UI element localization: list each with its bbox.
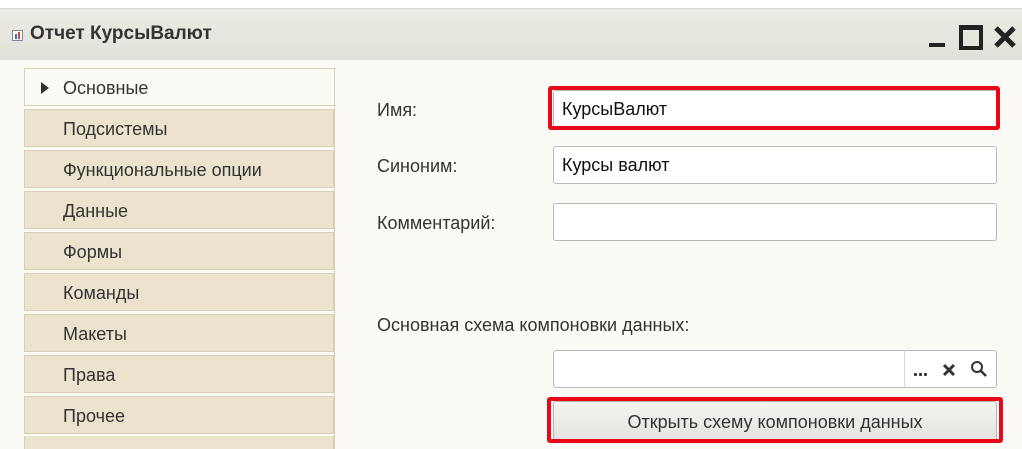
search-button[interactable] [964,351,994,387]
name-input[interactable] [553,90,997,128]
tab-label: Данные [63,201,129,221]
select-button[interactable] [904,351,934,387]
synonym-label: Синоним: [377,156,458,176]
comment-label: Комментарий: [377,213,496,233]
top-edge [0,0,1022,8]
tab-label: Подсистемы [63,119,168,139]
title-bar: Отчет КурсыВалют [0,8,1022,60]
section-tabs: Основные Подсистемы Функциональные опции… [24,68,336,449]
tab-prochee[interactable]: Прочее [24,396,334,434]
tab-label: Формы [63,242,123,262]
tabs-filler [24,436,334,449]
open-dcs-button[interactable]: Открыть схему компоновки данных [553,401,997,441]
tab-label: Функциональные опции [63,160,262,180]
clear-button[interactable] [934,351,964,387]
search-icon [971,361,987,377]
tab-formy[interactable]: Формы [24,232,334,270]
tab-funktsionalnye-optsii[interactable]: Функциональные опции [24,150,334,188]
tab-komandy[interactable]: Команды [24,273,334,311]
report-icon [12,30,23,41]
dcs-input[interactable] [553,350,905,388]
minimize-button[interactable] [926,19,948,53]
tab-prava[interactable]: Права [24,355,334,393]
tab-dannye[interactable]: Данные [24,191,334,229]
tab-label: Основные [63,78,149,98]
report-window: Отчет КурсыВалют Основные Подсистемы Фун… [0,0,1022,449]
close-button[interactable] [990,19,1020,53]
comment-input[interactable] [553,203,997,241]
tab-label: Прочее [63,406,125,426]
close-icon [994,26,1016,48]
panel-divider [334,68,335,449]
dcs-label: Основная схема компоновки данных: [377,315,690,335]
window-title: Отчет КурсыВалют [30,23,212,44]
maximize-button[interactable] [956,19,984,53]
clear-x-icon [942,363,956,377]
ellipsis-icon [914,373,917,376]
tab-osnovnye[interactable]: Основные [24,68,336,106]
name-label: Имя: [377,100,418,120]
tab-label: Макеты [63,324,127,344]
tab-podsistemy[interactable]: Подсистемы [24,109,334,147]
triangle-right-icon [41,82,49,94]
tab-label: Команды [63,283,140,303]
tab-makety[interactable]: Макеты [24,314,334,352]
synonym-input[interactable] [553,146,997,184]
tab-label: Права [63,365,116,385]
